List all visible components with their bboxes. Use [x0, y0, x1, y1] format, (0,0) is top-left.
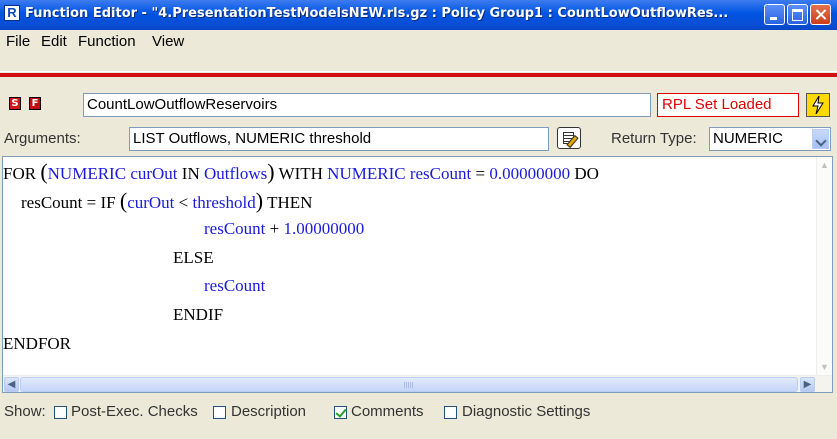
comments-label[interactable]: Comments [351, 403, 424, 420]
maximize-button[interactable] [787, 4, 808, 25]
code-line-7: ENDFOR [3, 333, 71, 355]
rpl-set-loaded-button[interactable]: RPL Set Loaded [657, 93, 799, 117]
scroll-up-icon[interactable]: ▲ [817, 157, 832, 173]
kw-then: THEN [267, 193, 313, 212]
arguments-field[interactable]: LIST Outflows, NUMERIC threshold [129, 127, 549, 151]
code-line-2: resCount = IF (curOut < threshold) THEN [21, 188, 313, 213]
var-curout[interactable]: curOut [127, 193, 174, 212]
kw-endfor: ENDFOR [3, 334, 72, 353]
arguments-label: Arguments: [4, 130, 81, 147]
kw-for: FOR [3, 164, 37, 183]
paren-close: ) [267, 159, 275, 184]
kw-with: WITH [278, 164, 323, 183]
red-divider [0, 73, 837, 77]
return-type-label: Return Type: [611, 130, 697, 147]
paren-close: ) [255, 188, 264, 213]
menu-function[interactable]: Function [75, 33, 139, 50]
code-line-4: ELSE [173, 247, 214, 269]
return-type-select[interactable]: NUMERIC [709, 127, 831, 151]
menu-bar: File Edit Function View [0, 30, 837, 54]
description-checkbox[interactable] [213, 406, 226, 419]
menu-view[interactable]: View [149, 33, 187, 50]
op-equals: = [86, 193, 97, 212]
vertical-scrollbar[interactable]: ▲ ▼ [816, 157, 832, 375]
minimize-button[interactable] [764, 4, 785, 25]
f-badge-icon[interactable]: F [29, 97, 41, 110]
scroll-left-icon[interactable]: ◀ [4, 377, 19, 392]
description-label[interactable]: Description [231, 403, 306, 420]
kw-if: IF [100, 193, 116, 212]
chevron-down-icon[interactable] [812, 129, 829, 149]
scrollbar-thumb[interactable] [20, 377, 798, 392]
code-line-5: resCount [204, 275, 265, 297]
comments-checkbox[interactable] [334, 406, 347, 419]
title-bar[interactable]: R Function Editor - "4.PresentationTestM… [0, 0, 837, 30]
type-numeric: NUMERIC [327, 164, 406, 183]
scroll-right-icon[interactable]: ▶ [800, 377, 815, 392]
value-zero[interactable]: 0.00000000 [489, 164, 570, 183]
var-rescount[interactable]: resCount [204, 219, 265, 238]
edit-arguments-icon[interactable] [557, 127, 581, 149]
thumb-grip [404, 382, 414, 388]
function-name-field[interactable]: CountLowOutflowReservoirs [83, 93, 651, 117]
app-icon: R [4, 5, 20, 21]
horizontal-scrollbar[interactable]: ◀ ▶ [3, 375, 832, 392]
var-rescount[interactable]: resCount [21, 193, 82, 212]
return-type-value: NUMERIC [713, 130, 783, 147]
scroll-down-icon[interactable]: ▼ [817, 359, 832, 375]
kw-endif: ENDIF [173, 305, 224, 324]
op-plus: + [269, 219, 280, 238]
value-one[interactable]: 1.00000000 [283, 219, 364, 238]
code-line-3: resCount + 1.00000000 [204, 218, 364, 240]
code-area[interactable]: FOR (NUMERIC curOut IN Outflows) WITH NU… [3, 157, 818, 375]
var-threshold[interactable]: threshold [193, 193, 256, 212]
window-title: Function Editor - "4.PresentationTestMod… [25, 6, 729, 21]
var-rescount[interactable]: resCount [410, 164, 471, 183]
close-button[interactable] [810, 4, 831, 25]
show-label: Show: [4, 403, 46, 420]
code-line-1: FOR (NUMERIC curOut IN Outflows) WITH NU… [3, 159, 599, 184]
kw-do: DO [574, 164, 599, 183]
var-curout[interactable]: curOut [130, 164, 177, 183]
type-numeric: NUMERIC [47, 164, 127, 183]
post-exec-checks-label[interactable]: Post-Exec. Checks [71, 403, 198, 420]
diagnostic-settings-label[interactable]: Diagnostic Settings [462, 403, 590, 420]
post-exec-checks-checkbox[interactable] [54, 406, 67, 419]
op-equals: = [475, 164, 486, 183]
kw-in: IN [181, 164, 200, 183]
menu-file[interactable]: File [3, 33, 33, 50]
menu-edit[interactable]: Edit [38, 33, 70, 50]
code-editor[interactable]: FOR (NUMERIC curOut IN Outflows) WITH NU… [2, 156, 833, 393]
s-badge-icon[interactable]: S [9, 97, 21, 110]
code-line-6: ENDIF [173, 304, 223, 326]
lightning-icon[interactable] [806, 93, 830, 117]
var-rescount[interactable]: resCount [204, 276, 265, 295]
menu-separator [0, 71, 837, 72]
var-outflows[interactable]: Outflows [204, 164, 267, 183]
paren-open: ( [40, 159, 48, 184]
kw-else: ELSE [173, 248, 214, 267]
op-less-than: < [178, 193, 189, 212]
diagnostic-settings-checkbox[interactable] [444, 406, 457, 419]
